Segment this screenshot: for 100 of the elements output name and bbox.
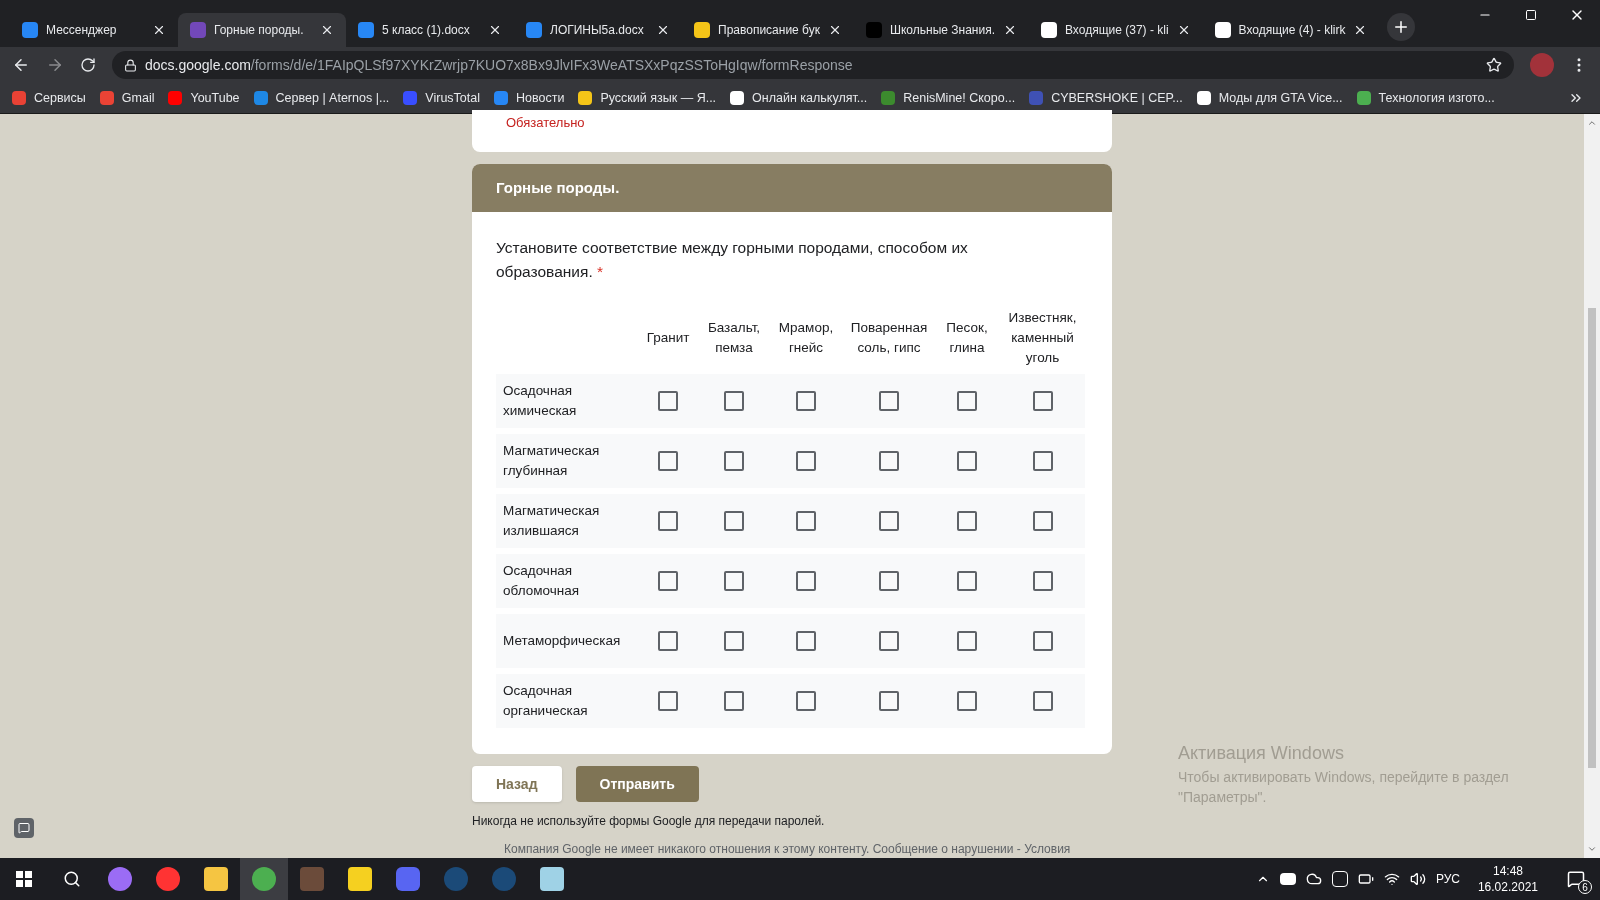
checkbox[interactable] bbox=[957, 571, 977, 591]
checkbox[interactable] bbox=[724, 511, 744, 531]
scroll-up-icon[interactable] bbox=[1587, 118, 1597, 128]
checkbox[interactable] bbox=[658, 571, 678, 591]
tab-title: Горные породы. bbox=[214, 22, 305, 39]
browser-tab[interactable]: Школьные Знания. bbox=[853, 13, 1029, 47]
cloud-icon[interactable] bbox=[1305, 871, 1322, 887]
scrollbar[interactable] bbox=[1584, 114, 1600, 858]
checkbox[interactable] bbox=[1032, 451, 1053, 471]
column-header: Песок, глина bbox=[945, 319, 989, 357]
checkbox[interactable] bbox=[1032, 631, 1053, 651]
bookmark[interactable]: Gmail bbox=[99, 88, 155, 108]
bookmark[interactable]: VirusTotal bbox=[403, 88, 480, 108]
clock[interactable]: 14:48 16.02.2021 bbox=[1469, 863, 1546, 895]
bookmark[interactable]: Сервисы bbox=[12, 88, 86, 108]
close-icon[interactable] bbox=[1003, 23, 1017, 37]
language-indicator[interactable]: РУС bbox=[1435, 870, 1460, 888]
checkbox[interactable] bbox=[658, 511, 678, 531]
tab-title: Мессенджер bbox=[46, 22, 118, 39]
checkbox[interactable] bbox=[879, 391, 899, 411]
close-icon[interactable] bbox=[656, 23, 670, 37]
checkbox[interactable] bbox=[879, 691, 899, 711]
browser-tab[interactable]: ЛОГИНЫ5а.docx bbox=[514, 13, 682, 47]
browser-tab[interactable]: Входящие (37) - kli bbox=[1029, 13, 1203, 47]
browser-tab[interactable]: 5 класс (1).docx bbox=[346, 13, 514, 47]
volume-icon[interactable] bbox=[1409, 871, 1426, 887]
checkbox[interactable] bbox=[724, 631, 744, 651]
bookmark[interactable]: YouTube bbox=[168, 88, 240, 108]
row-label: Осадочная химическая bbox=[502, 382, 578, 420]
question-text: Установите соответствие между горными породами, способом их образования. * bbox=[496, 238, 969, 282]
disclaimer-text: Компания Google не имеет никакого отношения к этому контенту. Сообщение о нарушении - Условия bbox=[503, 841, 1072, 858]
back-icon[interactable] bbox=[12, 56, 30, 74]
checkbox[interactable] bbox=[957, 451, 977, 471]
checkbox[interactable] bbox=[724, 571, 744, 591]
checkbox[interactable] bbox=[724, 391, 744, 411]
bookmark[interactable]: Онлайн калькулят... bbox=[730, 88, 868, 108]
favicon-icon bbox=[865, 22, 882, 38]
close-icon[interactable] bbox=[320, 23, 334, 37]
required-note: Обязательно bbox=[506, 115, 585, 130]
search-icon[interactable] bbox=[63, 870, 81, 888]
checkbox[interactable] bbox=[796, 391, 816, 411]
column-header: Поваренная соль, гипс bbox=[849, 319, 929, 357]
browser-tab[interactable]: Входящие (4) - klirk bbox=[1202, 13, 1380, 47]
bookmark[interactable]: Моды для GTA Vice... bbox=[1196, 88, 1343, 108]
forward-icon[interactable] bbox=[46, 56, 64, 74]
checkbox[interactable] bbox=[796, 451, 816, 471]
checkbox[interactable] bbox=[724, 451, 744, 471]
checkbox[interactable] bbox=[796, 571, 816, 591]
monitor-icon[interactable] bbox=[1331, 871, 1348, 887]
row-label: Магматическая излившаяся bbox=[502, 502, 601, 540]
checkbox[interactable] bbox=[658, 631, 678, 651]
section-title: Горные породы. bbox=[496, 177, 620, 198]
checkbox[interactable] bbox=[1032, 691, 1053, 711]
bookmark[interactable]: RenisMine! Скоро... bbox=[881, 88, 1016, 108]
checkbox[interactable] bbox=[1032, 391, 1053, 411]
battery-icon[interactable] bbox=[1357, 871, 1374, 887]
wifi-icon[interactable] bbox=[1383, 871, 1400, 887]
checkbox[interactable] bbox=[879, 631, 899, 651]
bookmark[interactable]: Русский язык — Я... bbox=[578, 88, 717, 108]
browser-tab[interactable]: Правописание бук bbox=[682, 13, 854, 47]
favicon-icon bbox=[526, 22, 542, 38]
reload-icon[interactable] bbox=[80, 57, 96, 73]
favicon-icon bbox=[1041, 22, 1057, 38]
address-bar[interactable]: docs.google.com/forms/d/e/1FAIpQLSf97XYKrZwrjp7KUO7x8Bx9JlvIFx3WeATSXxPqzSSToHgIqw/formResponse bbox=[112, 51, 1514, 79]
url-text: docs.google.com/forms/d/e/1FAIpQLSf97XYKrZwrjp7KUO7x8Bx9JlvIFx3WeATSXxPqzSSToHgIqw/formResponse bbox=[145, 55, 853, 75]
bookmark[interactable]: Новости bbox=[494, 88, 565, 108]
favicon-icon bbox=[22, 22, 38, 38]
checkbox[interactable] bbox=[658, 391, 678, 411]
bookmark[interactable]: Технология изгото... bbox=[1356, 88, 1495, 108]
checkbox[interactable] bbox=[957, 511, 977, 531]
new-tab-button[interactable] bbox=[1387, 12, 1416, 41]
bookmark[interactable]: CYBERSHOKE | CEP... bbox=[1029, 88, 1183, 108]
scroll-down-icon[interactable] bbox=[1587, 844, 1597, 854]
checkbox[interactable] bbox=[1032, 511, 1053, 531]
checkbox[interactable] bbox=[796, 631, 816, 651]
row-label: Метаморфическая bbox=[502, 632, 622, 650]
browser-tab[interactable]: Горные породы. bbox=[178, 13, 346, 47]
close-icon[interactable] bbox=[488, 23, 502, 37]
checkbox[interactable] bbox=[957, 391, 977, 411]
checkbox[interactable] bbox=[879, 451, 899, 471]
checkbox[interactable] bbox=[1032, 571, 1053, 591]
back-button[interactable]: Назад bbox=[472, 766, 562, 802]
lock-icon bbox=[124, 58, 137, 72]
checkbox[interactable] bbox=[658, 691, 678, 711]
checkbox[interactable] bbox=[724, 691, 744, 711]
browser-tab[interactable]: Мессенджер bbox=[10, 13, 178, 47]
bookmark[interactable]: Сервер | Aternos |... bbox=[253, 88, 390, 108]
checkbox[interactable] bbox=[879, 571, 899, 591]
checkbox[interactable] bbox=[957, 631, 977, 651]
checkbox[interactable] bbox=[796, 691, 816, 711]
checkbox[interactable] bbox=[879, 511, 899, 531]
checkbox[interactable] bbox=[796, 511, 816, 531]
checkbox[interactable] bbox=[658, 451, 678, 471]
column-header: Базальт, пемза bbox=[706, 319, 762, 357]
column-header: Мрамор, гнейс bbox=[777, 319, 835, 357]
feedback-icon[interactable] bbox=[14, 818, 34, 838]
submit-button[interactable]: Отправить bbox=[575, 766, 699, 802]
checkbox[interactable] bbox=[957, 691, 977, 711]
close-icon[interactable] bbox=[152, 23, 166, 37]
star-icon[interactable] bbox=[1486, 57, 1502, 73]
